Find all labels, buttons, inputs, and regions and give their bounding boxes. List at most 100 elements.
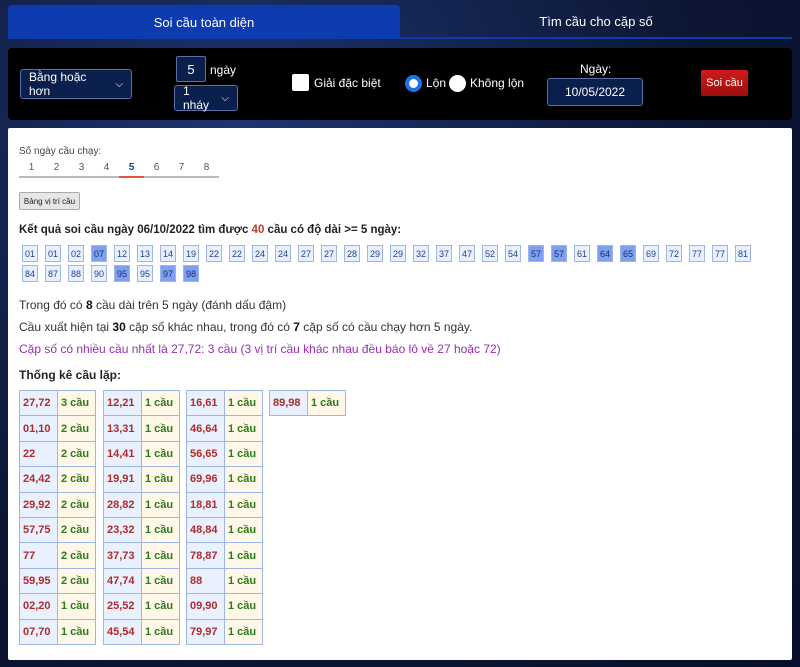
day-tab-4[interactable]: 4 [94, 162, 119, 176]
stats-pair: 59,95 [19, 567, 58, 595]
position-table-button[interactable]: Bảng vị trí cầu [19, 192, 80, 210]
day-tab-5[interactable]: 5 [119, 162, 144, 178]
number-cell[interactable]: 29 [367, 245, 383, 262]
number-cell[interactable]: 07 [91, 245, 107, 262]
stats-count: 1 cầu [141, 567, 180, 595]
number-cell[interactable]: 84 [22, 265, 38, 282]
number-cell[interactable]: 02 [68, 245, 84, 262]
number-cell[interactable]: 32 [413, 245, 429, 262]
number-cell[interactable]: 13 [137, 245, 153, 262]
tab-tim-cau-cho-cap-so[interactable]: Tìm cầu cho cặp số [400, 5, 792, 39]
stats-row: 25,52 1 cầu [103, 593, 180, 620]
number-cell[interactable]: 27 [321, 245, 337, 262]
summary-line-1: Trong đó có 8 cầu dài trên 5 ngày (đánh … [19, 298, 286, 312]
number-cell[interactable]: 90 [91, 265, 107, 282]
stats-row: 14,41 1 cầu [103, 440, 180, 468]
mode-select[interactable]: Bằng hoặc hơn ⌵ [20, 69, 132, 99]
number-cell[interactable]: 95 [137, 265, 153, 282]
date-input[interactable]: 10/05/2022 [547, 78, 643, 106]
number-cell[interactable]: 64 [597, 245, 613, 262]
number-cell[interactable]: 24 [275, 245, 291, 262]
stats-count: 1 cầu [141, 593, 180, 620]
chevron-down-icon: ⌵ [221, 92, 229, 104]
number-cell[interactable]: 88 [68, 265, 84, 282]
number-cell[interactable]: 65 [620, 245, 636, 262]
number-cell[interactable]: 54 [505, 245, 521, 262]
number-cell[interactable]: 22 [206, 245, 222, 262]
chevron-down-icon: ⌵ [115, 78, 123, 90]
stats-table: 16,61 1 cầu 46,64 1 cầu 56,65 1 cầu 69,96 1 cầu… [186, 389, 263, 645]
day-tab-6[interactable]: 6 [144, 162, 169, 176]
stats-row: 89,98 1 cầu [269, 389, 346, 417]
summary-text: cặp số có cầu chạy hơn 5 ngày. [303, 320, 473, 334]
number-cell[interactable]: 01 [45, 245, 61, 262]
number-cell[interactable]: 27 [298, 245, 314, 262]
stats-pair: 12,21 [103, 389, 142, 417]
number-cell[interactable]: 69 [643, 245, 659, 262]
radio-lon[interactable] [405, 75, 422, 92]
number-cell[interactable]: 81 [735, 245, 751, 262]
stats-pair: 16,61 [186, 389, 225, 417]
number-cell[interactable]: 29 [390, 245, 406, 262]
summary-text: Trong đó có [19, 298, 83, 312]
radio-khong-lon[interactable] [449, 75, 466, 92]
stats-count: 1 cầu [224, 618, 263, 645]
stats-count: 2 cầu [57, 491, 96, 518]
number-cell[interactable]: 61 [574, 245, 590, 262]
stats-row: 19,91 1 cầu [103, 466, 180, 493]
number-cell[interactable]: 24 [252, 245, 268, 262]
stats-pair: 77 [19, 542, 58, 569]
stats-count: 1 cầu [307, 389, 346, 417]
day-tab-3[interactable]: 3 [69, 162, 94, 176]
summary-count: 8 [85, 298, 93, 312]
summary-count: 7 [293, 320, 300, 334]
number-cell[interactable]: 87 [45, 265, 61, 282]
stats-count: 1 cầu [224, 516, 263, 544]
number-cell[interactable]: 37 [436, 245, 452, 262]
stats-row: 77 2 cầu [19, 542, 96, 569]
day-tab-2[interactable]: 2 [44, 162, 69, 176]
soi-cau-button[interactable]: Soi cầu [701, 70, 748, 96]
stats-count: 1 cầu [57, 593, 96, 620]
number-cell[interactable]: 77 [712, 245, 728, 262]
days-input[interactable]: 5 [176, 56, 206, 82]
number-cell[interactable]: 01 [22, 245, 38, 262]
number-cell[interactable]: 98 [183, 265, 199, 282]
stats-row: 27,72 3 cầu [19, 389, 96, 417]
number-cell[interactable]: 57 [528, 245, 544, 262]
stats-pair: 18,81 [186, 491, 225, 518]
stats-count: 1 cầu [141, 542, 180, 569]
number-cell[interactable]: 12 [114, 245, 130, 262]
number-cell[interactable]: 97 [160, 265, 176, 282]
stats-count: 1 cầu [141, 415, 180, 442]
number-cell[interactable]: 19 [183, 245, 199, 262]
stats-count: 1 cầu [224, 440, 263, 468]
day-tab-1[interactable]: 1 [19, 162, 44, 176]
number-cell[interactable]: 22 [229, 245, 245, 262]
stats-pair: 14,41 [103, 440, 142, 468]
number-cell[interactable]: 52 [482, 245, 498, 262]
number-cell[interactable]: 72 [666, 245, 682, 262]
number-cell[interactable]: 57 [551, 245, 567, 262]
step-select-value: 1 nháy [183, 84, 210, 112]
number-cell[interactable]: 77 [689, 245, 705, 262]
number-cell[interactable]: 14 [160, 245, 176, 262]
number-cell[interactable]: 47 [459, 245, 475, 262]
day-tab-8[interactable]: 8 [194, 162, 219, 176]
number-cell[interactable]: 28 [344, 245, 360, 262]
day-tab-7[interactable]: 7 [169, 162, 194, 176]
tab-bar: Soi cầu toàn diện Tìm cầu cho cặp số [8, 5, 792, 39]
step-select[interactable]: 1 nháy ⌵ [174, 84, 238, 112]
stats-pair: 79,97 [186, 618, 225, 645]
stats-count: 2 cầu [57, 542, 96, 569]
result-prefix: Kết quả soi cầu ngày 06/10/2022 tìm được [19, 224, 249, 236]
stats-count: 1 cầu [141, 618, 180, 645]
stats-pair: 89,98 [269, 389, 308, 417]
number-cell[interactable]: 95 [114, 265, 130, 282]
special-prize-checkbox[interactable] [292, 74, 309, 91]
stats-row: 48,84 1 cầu [186, 516, 263, 544]
stats-row: 07,70 1 cầu [19, 618, 96, 645]
tab-soi-cau-toan-dien[interactable]: Soi cầu toàn diện [8, 5, 400, 39]
stats-pair: 28,82 [103, 491, 142, 518]
stats-count: 1 cầu [141, 516, 180, 544]
